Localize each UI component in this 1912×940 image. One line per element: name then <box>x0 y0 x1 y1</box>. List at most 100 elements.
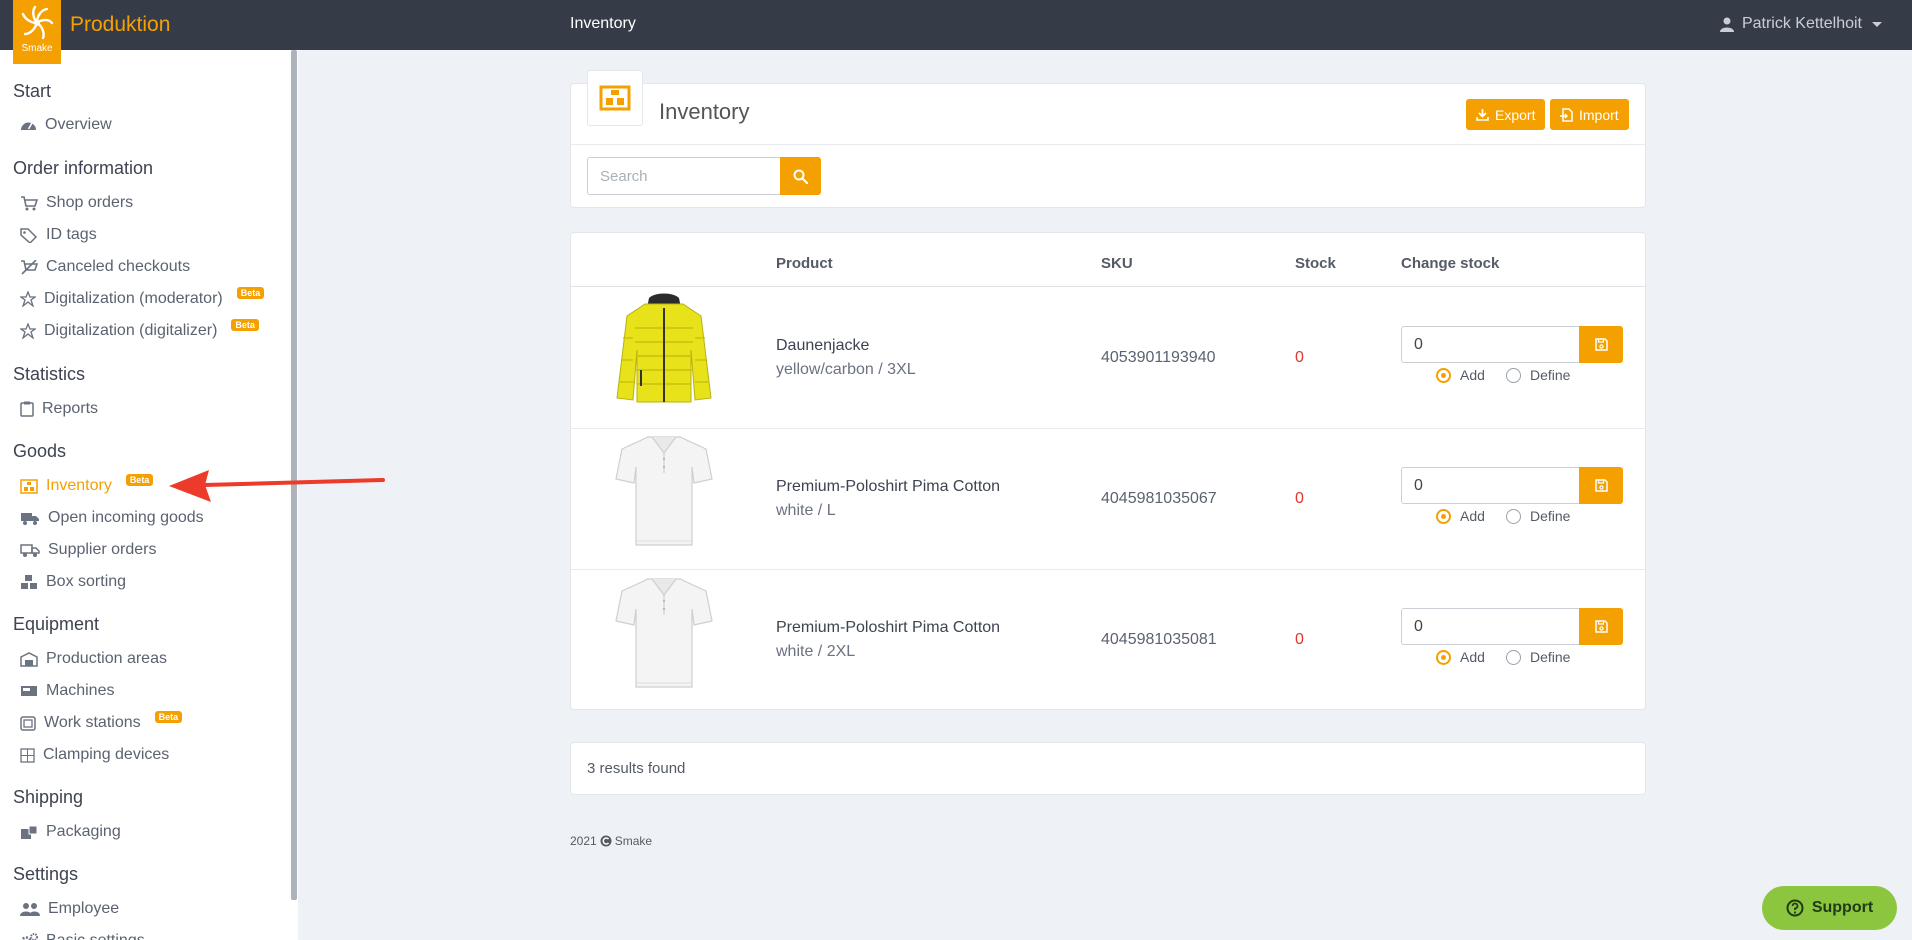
beta-badge: Beta <box>236 287 265 299</box>
sidebar-item-canceled-checkouts[interactable]: Canceled checkouts <box>20 258 190 276</box>
sidebar-item-box-sorting[interactable]: Box sorting <box>20 573 126 591</box>
footer: 2021 Smake <box>570 834 652 848</box>
column-header-product[interactable]: Product <box>776 255 833 272</box>
sun-logo-icon <box>21 5 54 40</box>
workstation-icon <box>20 715 36 731</box>
sidebar-item-supplier-orders[interactable]: Supplier orders <box>20 541 157 559</box>
import-button[interactable]: Import <box>1550 99 1629 130</box>
radio-add[interactable]: Add <box>1436 649 1485 665</box>
beta-badge: Beta <box>125 474 154 486</box>
radio-define[interactable]: Define <box>1506 508 1570 524</box>
radio-add-label: Add <box>1460 367 1485 383</box>
column-header-stock[interactable]: Stock <box>1295 255 1336 272</box>
page-title: Inventory <box>570 15 636 32</box>
warehouse-icon <box>20 651 38 667</box>
save-icon <box>1594 338 1608 351</box>
sidebar-item-overview[interactable]: Overview <box>20 116 112 134</box>
radio-define-label: Define <box>1530 367 1571 383</box>
product-name[interactable]: Daunenjacke <box>776 337 869 355</box>
section-goods: Goods <box>13 441 67 461</box>
product-sku: 4045981035081 <box>1101 631 1217 648</box>
sidebar-item-production-areas[interactable]: Production areas <box>20 650 167 668</box>
radio-define[interactable]: Define <box>1506 367 1570 383</box>
product-sku: 4053901193940 <box>1101 349 1216 366</box>
product-image[interactable] <box>606 289 721 409</box>
users-icon <box>20 902 40 916</box>
sidebar-item-employee[interactable]: Employee <box>20 900 119 918</box>
product-name[interactable]: Premium-Poloshirt Pima Cotton <box>776 478 1000 496</box>
divider <box>571 286 1645 287</box>
export-button[interactable]: Export <box>1466 99 1546 130</box>
user-menu[interactable]: Patrick Kettelhoit <box>1719 15 1882 33</box>
sidebar-item-label: Inventory <box>46 477 112 494</box>
results-panel: 3 results found <box>570 742 1646 795</box>
search-icon <box>793 169 808 184</box>
radio-add-label: Add <box>1460 508 1485 524</box>
sidebar-item-open-incoming-goods[interactable]: Open incoming goods <box>20 509 204 527</box>
radio-add-label: Add <box>1460 649 1485 665</box>
inventory-header-icon <box>587 70 643 126</box>
inventory-title: Inventory <box>659 99 750 124</box>
sidebar-item-label: Canceled checkouts <box>46 258 191 275</box>
sidebar-item-label: Basic settings <box>46 932 145 940</box>
save-icon <box>1594 620 1608 633</box>
change-stock-input[interactable]: 0 <box>1401 608 1579 645</box>
search-button[interactable] <box>780 157 821 195</box>
boxes-icon <box>21 575 37 589</box>
support-button[interactable]: Support <box>1762 886 1897 930</box>
sidebar-item-inventory[interactable]: Inventory Beta <box>20 474 154 495</box>
sidebar-item-label: Open incoming goods <box>48 509 204 526</box>
search-input[interactable] <box>587 157 780 195</box>
product-name[interactable]: Premium-Poloshirt Pima Cotton <box>776 619 1000 637</box>
product-variant: white / L <box>776 502 836 519</box>
sidebar-item-reports[interactable]: Reports <box>20 400 98 418</box>
truck-icon <box>20 544 40 557</box>
sidebar-item-machines[interactable]: Machines <box>20 682 114 700</box>
sidebar-item-digitalization-digitalizer[interactable]: Digitalization (digitalizer) Beta <box>20 319 259 340</box>
sidebar-item-id-tags[interactable]: ID tags <box>20 226 97 244</box>
sidebar-item-work-stations[interactable]: Work stations Beta <box>20 711 183 732</box>
inventory-table: Product SKU Stock Change stock Daunenjac… <box>570 232 1646 710</box>
product-image[interactable] <box>606 572 721 692</box>
cogs-icon <box>20 933 38 940</box>
section-settings: Settings <box>13 864 79 884</box>
radio-add[interactable]: Add <box>1436 367 1485 383</box>
radio-add[interactable]: Add <box>1436 508 1485 524</box>
sidebar-item-label: Production areas <box>46 650 167 667</box>
sidebar-item-label: Shop orders <box>46 194 134 211</box>
change-stock-input[interactable]: 0 <box>1401 326 1579 363</box>
stock-value: 0 <box>1295 631 1304 648</box>
cart-off-icon <box>21 259 38 275</box>
save-stock-button[interactable] <box>1579 608 1623 645</box>
white-polo-image <box>614 578 713 688</box>
sidebar-item-shop-orders[interactable]: Shop orders <box>20 194 133 212</box>
truck-icon <box>21 513 39 525</box>
column-header-sku[interactable]: SKU <box>1101 255 1133 272</box>
save-stock-button[interactable] <box>1579 326 1623 363</box>
sidebar-item-label: Clamping devices <box>43 746 170 763</box>
smake-logo[interactable]: Smake <box>13 0 61 64</box>
radio-unchecked-icon <box>1506 649 1521 665</box>
logo-text: Smake <box>21 43 53 54</box>
beta-badge: Beta <box>231 319 259 331</box>
stock-value: 0 <box>1295 349 1304 366</box>
divider <box>571 144 1645 145</box>
product-image[interactable] <box>606 430 721 550</box>
footer-company: Smake <box>614 834 653 848</box>
inventory-header-card: Inventory Export Import <box>570 70 1646 208</box>
inventory-icon <box>599 85 631 111</box>
yellow-jacket-image <box>615 293 712 403</box>
sidebar-item-label: Reports <box>42 400 99 417</box>
radio-define-label: Define <box>1530 508 1571 524</box>
sidebar-item-label: Employee <box>48 900 120 917</box>
change-stock-input[interactable]: 0 <box>1401 467 1579 504</box>
brand-title[interactable]: Produktion <box>70 13 170 37</box>
sidebar-item-digitalization-moderator[interactable]: Digitalization (moderator) Beta <box>20 287 265 308</box>
sidebar-item-clamping-devices[interactable]: Clamping devices <box>20 746 169 764</box>
sidebar-item-basic-settings[interactable]: Basic settings <box>20 932 145 940</box>
machine-icon <box>21 686 37 696</box>
save-stock-button[interactable] <box>1579 467 1623 504</box>
radio-define[interactable]: Define <box>1506 649 1570 665</box>
magic-icon <box>20 323 36 339</box>
sidebar-item-packaging[interactable]: Packaging <box>20 823 121 841</box>
